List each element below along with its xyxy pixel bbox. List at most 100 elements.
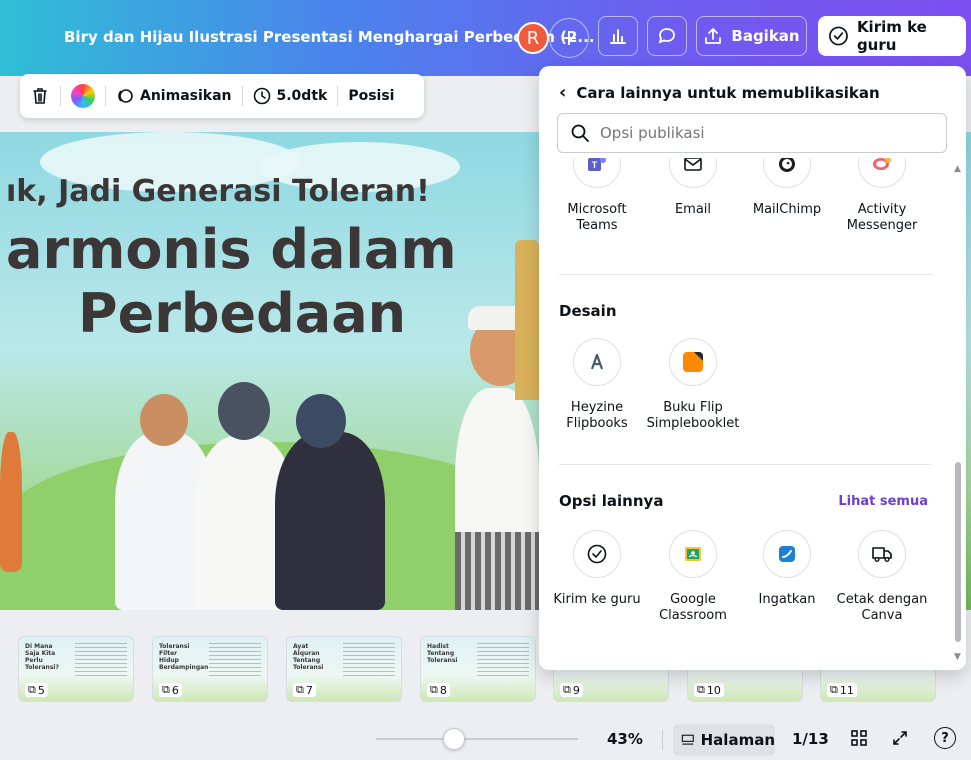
thumbnail-text-lines	[477, 643, 529, 677]
panel-scrollbar[interactable]: ▲ ▼	[954, 158, 962, 670]
person-head	[296, 394, 346, 448]
zoom-slider-handle[interactable]	[443, 728, 465, 750]
zoom-level[interactable]: 43%	[607, 730, 643, 748]
thumbnail-number: ⧉ 7	[293, 683, 316, 697]
position-button[interactable]: Posisi	[348, 88, 394, 104]
person-illustration	[275, 432, 385, 610]
thumbnail-number: ⧉ 10	[694, 683, 724, 697]
thumbnail-title: Hadist Tentang Toleransi	[427, 643, 458, 664]
option-microsoft-teams[interactable]: T Microsoft Teams	[549, 158, 645, 234]
presentation-icon: ⧉	[563, 683, 571, 696]
chevron-left-icon: ‹	[559, 82, 567, 103]
thumbnail-title: Ayat Alquran Tentang Toleransi	[293, 643, 324, 671]
thumbnail-text-lines	[75, 643, 127, 677]
top-bar: Biry dan Hijau Ilustrasi Presentasi Meng…	[0, 0, 971, 76]
page-thumbnail[interactable]: Di Mana Saja Kita Perlu Toleransi? ⧉ 5	[18, 636, 134, 702]
option-label: Microsoft Teams	[567, 202, 627, 233]
help-icon: ?	[941, 730, 949, 746]
option-simplebooklet[interactable]: Buku Flip Simplebooklet	[645, 338, 741, 432]
option-label: Kirim ke guru	[553, 592, 641, 607]
bar-chart-icon	[610, 29, 626, 44]
add-collaborator-button[interactable]: +	[549, 18, 589, 58]
fullscreen-button[interactable]	[890, 728, 910, 752]
share-button[interactable]: Bagikan	[696, 16, 807, 56]
presentation-icon: ⧉	[830, 683, 838, 696]
scrollbar-thumb[interactable]	[955, 462, 961, 642]
thumbnail-number: ⧉ 8	[427, 683, 450, 697]
pages-view-button[interactable]: Halaman	[673, 724, 775, 756]
page-thumbnail[interactable]: Toleransi Filter Hidup Berdampingan ⧉ 6	[152, 636, 268, 702]
pages-label: Halaman	[700, 731, 775, 749]
sarong-illustration	[455, 532, 539, 610]
check-circle-icon	[829, 26, 848, 46]
comment-icon	[658, 28, 675, 44]
publish-search[interactable]	[557, 113, 947, 153]
option-send-to-teacher[interactable]: Kirim ke guru	[549, 530, 645, 608]
thumbnail-number-value: 11	[839, 683, 854, 697]
publish-search-input[interactable]	[600, 124, 900, 142]
activity-messenger-icon	[858, 158, 906, 188]
section-divider	[559, 274, 931, 275]
option-heyzine-flipbooks[interactable]: Heyzine Flipbooks	[549, 338, 645, 432]
panel-title: Cara lainnya untuk memublikasikan	[576, 83, 880, 102]
grid-icon	[851, 730, 867, 746]
page-thumbnail[interactable]: Ayat Alquran Tentang Toleransi ⧉ 7	[286, 636, 402, 702]
option-google-classroom[interactable]: Google Classroom	[645, 530, 741, 624]
duration-label: 5.0dtk	[276, 88, 328, 104]
color-picker-button[interactable]	[71, 84, 95, 108]
print-truck-icon	[858, 530, 906, 578]
option-email[interactable]: Email	[645, 158, 741, 218]
bottom-divider	[662, 730, 663, 750]
thumbnail-number-value: 9	[572, 683, 580, 697]
element-toolbar: Animasikan 5.0dtk Posisi	[20, 74, 424, 118]
search-icon	[571, 124, 589, 142]
plus-icon: +	[559, 25, 579, 51]
thumbnail-number-value: 6	[171, 683, 179, 697]
google-classroom-icon	[669, 530, 717, 578]
option-label: Ingatkan	[758, 592, 816, 607]
thumbnail-number-value: 10	[706, 683, 721, 697]
option-activity-messenger[interactable]: Activity Messenger	[834, 158, 930, 234]
presentation-icon: ⧉	[296, 683, 304, 696]
slide-headline-line2[interactable]: armonis dalam	[6, 218, 457, 281]
design-section-title: Desain	[559, 302, 617, 320]
grid-view-button[interactable]	[849, 728, 869, 752]
delete-button[interactable]	[30, 86, 50, 106]
option-label: Email	[674, 202, 712, 217]
page-thumbnail[interactable]: Hadist Tentang Toleransi ⧉ 8	[420, 636, 536, 702]
see-all-link[interactable]: Lihat semua	[838, 494, 928, 509]
other-options-section-title: Opsi lainnya	[559, 492, 664, 510]
thumbnail-title: Di Mana Saja Kita Perlu Toleransi?	[25, 643, 59, 671]
slide-headline-line1[interactable]: ık, Jadi Generasi Toleran!	[6, 174, 430, 209]
help-button[interactable]: ?	[934, 727, 956, 749]
thumbnail-number: ⧉ 6	[159, 683, 182, 697]
send-to-teacher-button[interactable]: Kirim ke guru	[818, 16, 966, 56]
option-mailchimp[interactable]: MailChimp	[739, 158, 835, 218]
slide-headline-line3[interactable]: Perbedaan	[78, 282, 406, 345]
send-to-teacher-label: Kirim ke guru	[856, 18, 927, 54]
zoom-slider-track[interactable]	[376, 738, 578, 740]
duration-button[interactable]: 5.0dtk	[253, 87, 328, 105]
user-avatar[interactable]: R	[517, 22, 549, 54]
presentation-icon: ⧉	[162, 683, 170, 696]
toolbar-divider	[241, 86, 243, 106]
scroll-up-icon[interactable]: ▲	[954, 164, 961, 174]
thumbnail-text-lines	[209, 643, 261, 677]
comments-button[interactable]	[647, 16, 687, 56]
option-print-with-canva[interactable]: Cetak dengan Canva	[834, 530, 930, 624]
scroll-down-icon[interactable]: ▼	[954, 652, 961, 662]
publish-options-list[interactable]: T Microsoft Teams Email MailChimp Activi…	[539, 158, 966, 670]
document-title[interactable]: Biry dan Hijau Ilustrasi Presentasi Meng…	[64, 28, 595, 46]
presentation-icon: ⧉	[28, 683, 36, 696]
heyzine-icon	[573, 338, 621, 386]
thumbnail-title: Toleransi Filter Hidup Berdampingan	[159, 643, 209, 671]
thumbnail-number-value: 8	[439, 683, 447, 697]
expand-icon	[893, 731, 907, 745]
panel-back-button[interactable]: ‹ Cara lainnya untuk memublikasikan	[559, 82, 880, 103]
animate-button[interactable]: Animasikan	[116, 87, 232, 105]
simplebooklet-icon	[669, 338, 717, 386]
option-label: Cetak dengan Canva	[836, 592, 928, 623]
page-counter: 1/13	[792, 730, 829, 748]
insights-button[interactable]	[598, 16, 638, 56]
option-reminder[interactable]: Ingatkan	[739, 530, 835, 608]
